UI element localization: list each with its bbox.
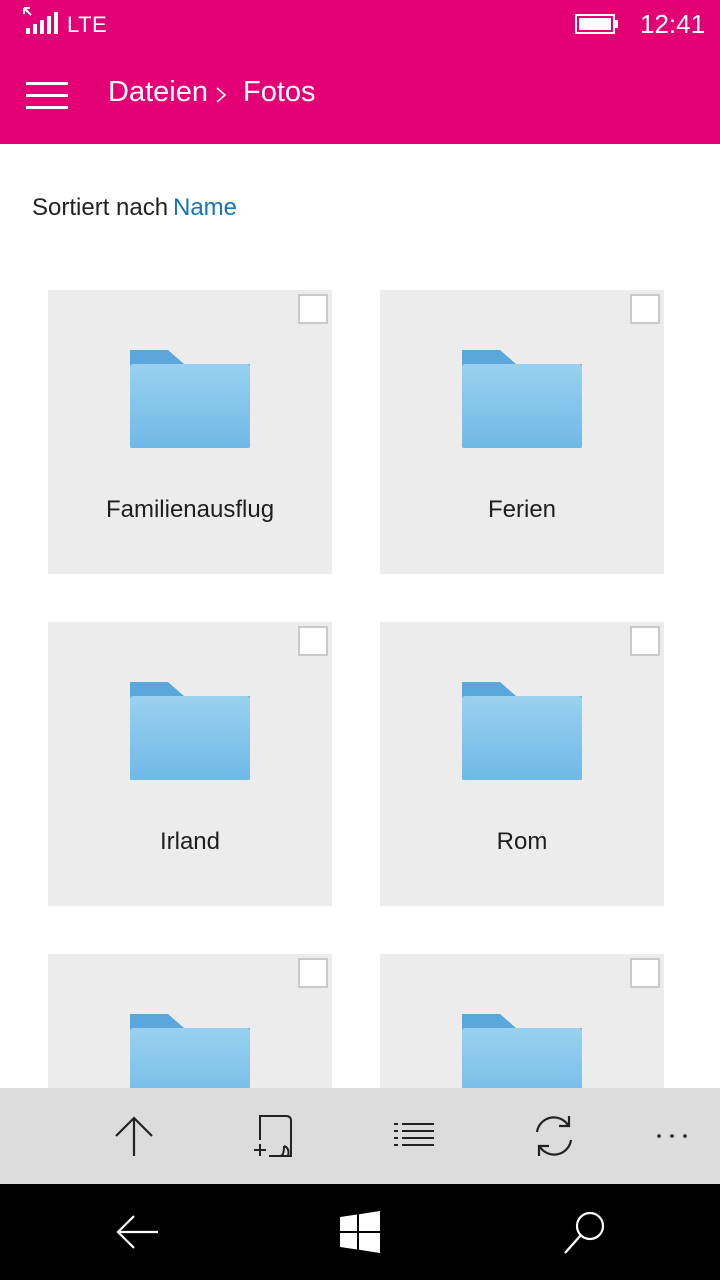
chevron-right-icon: [216, 87, 227, 103]
select-checkbox[interactable]: [630, 294, 660, 324]
select-checkbox[interactable]: [630, 626, 660, 656]
folder-name: Ferien: [487, 496, 557, 523]
select-checkbox[interactable]: [298, 958, 328, 988]
select-checkbox[interactable]: [298, 294, 328, 324]
app-bar: [0, 1088, 720, 1184]
search-icon[interactable]: [560, 1208, 610, 1258]
folder-icon: [462, 350, 582, 448]
folder-icon: [462, 682, 582, 780]
more-icon[interactable]: [650, 1110, 694, 1162]
menu-icon[interactable]: [26, 82, 68, 112]
sort-option-button[interactable]: Name: [173, 194, 237, 222]
folder-icon: [130, 350, 250, 448]
sort-label: Sortiert nach: [32, 194, 169, 221]
folder-tile[interactable]: Ferien: [380, 290, 664, 574]
network-type: LTE: [67, 12, 108, 37]
list-view-icon[interactable]: [388, 1110, 440, 1162]
folder-tile[interactable]: Irland: [48, 622, 332, 906]
folder-name: Rom: [496, 828, 548, 855]
battery-icon: [575, 14, 618, 34]
breadcrumb-dateien[interactable]: Dateien: [108, 76, 208, 109]
breadcrumb-fotos: Fotos: [243, 76, 316, 108]
signal-strength-icon: [23, 7, 58, 34]
folder-icon: [130, 682, 250, 780]
folder-tile[interactable]: Familienausflug: [48, 290, 332, 574]
system-nav-bar: [0, 1184, 720, 1280]
folder-name: Irland: [159, 828, 221, 855]
back-icon[interactable]: [112, 1208, 162, 1258]
folder-tile[interactable]: Rom: [380, 622, 664, 906]
sync-icon[interactable]: [528, 1110, 580, 1162]
top-bar: LTE 12:41 Dateien Fotos: [0, 0, 720, 144]
status-bar: LTE 12:41: [0, 0, 720, 50]
select-checkbox[interactable]: [630, 958, 660, 988]
windows-start-icon[interactable]: [335, 1208, 385, 1258]
clock: 12:41: [640, 9, 706, 39]
new-file-icon[interactable]: [248, 1110, 300, 1162]
select-checkbox[interactable]: [298, 626, 328, 656]
up-arrow-icon[interactable]: [108, 1110, 160, 1162]
folder-name: Familienausflug: [105, 496, 275, 523]
